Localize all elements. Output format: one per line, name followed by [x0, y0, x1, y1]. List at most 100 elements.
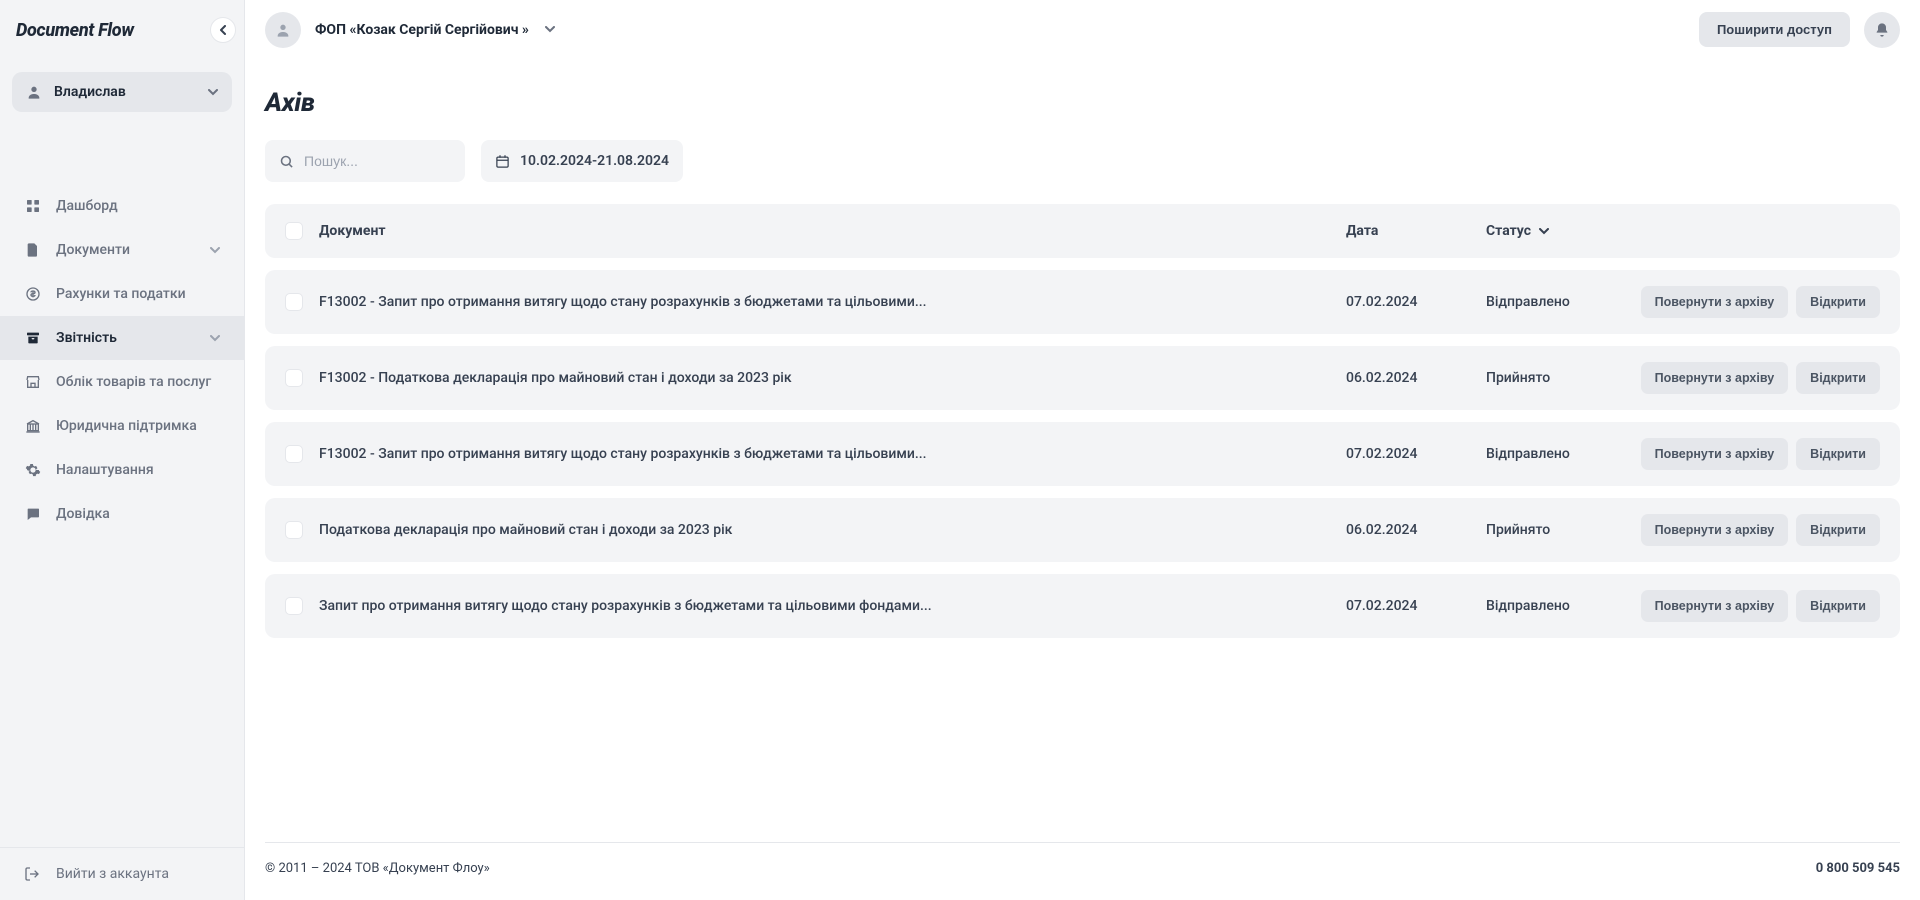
open-button[interactable]: Відкрити	[1796, 590, 1880, 622]
row-checkbox[interactable]	[285, 521, 303, 539]
copyright: © 2011 – 2024 ТОВ «Документ Флоу»	[265, 861, 490, 876]
content: Ахів 10.02.2024-21.08.2024 Документ Дата…	[245, 60, 1920, 900]
row-checkbox[interactable]	[285, 445, 303, 463]
topbar: ФОП «Козак Сергій Сергійович » Поширити …	[245, 0, 1920, 60]
table-header: Документ Дата Статус	[265, 204, 1900, 258]
user-name: Владислав	[54, 84, 196, 100]
row-date: 07.02.2024	[1346, 598, 1486, 614]
row-checkbox[interactable]	[285, 597, 303, 615]
row-status: Відправлено	[1486, 294, 1636, 310]
page-title: Ахів	[265, 88, 1900, 118]
restore-button[interactable]: Повернути з архіву	[1641, 514, 1789, 546]
nav-item-label: Дашборд	[56, 198, 220, 214]
nav-item-label: Налаштування	[56, 462, 220, 478]
nav-item-7[interactable]: Довідка	[0, 492, 244, 536]
grid-icon	[24, 198, 42, 214]
col-header-document: Документ	[319, 223, 1346, 239]
date-range-picker[interactable]: 10.02.2024-21.08.2024	[481, 140, 683, 182]
share-access-button[interactable]: Поширити доступ	[1699, 12, 1850, 47]
chevron-down-icon	[1539, 228, 1549, 235]
restore-button[interactable]: Повернути з архіву	[1641, 438, 1789, 470]
table-row: Податкова декларація про майновий стан і…	[265, 498, 1900, 562]
org-dropdown-icon[interactable]	[545, 26, 555, 33]
nav-item-3[interactable]: Звітність	[0, 316, 244, 360]
notifications-button[interactable]	[1864, 12, 1900, 48]
row-checkbox[interactable]	[285, 369, 303, 387]
row-document: F13002 - Податкова декларація про майнов…	[319, 370, 1346, 386]
row-date: 07.02.2024	[1346, 294, 1486, 310]
row-document: F13002 - Запит про отримання витягу щодо…	[319, 446, 1346, 462]
row-date: 06.02.2024	[1346, 522, 1486, 538]
nav: Дашборд Документи Рахунки та податки Звітні…	[0, 124, 244, 847]
nav-item-0[interactable]: Дашборд	[0, 184, 244, 228]
table-row: F13002 - Податкова декларація про майнов…	[265, 346, 1900, 410]
search-input[interactable]	[304, 153, 485, 169]
open-button[interactable]: Відкрити	[1796, 286, 1880, 318]
logout-button[interactable]: Вийти з аккаунта	[0, 847, 244, 900]
row-status: Прийнято	[1486, 522, 1636, 538]
sidebar: Document Flow Владислав Дашборд Документи…	[0, 0, 245, 900]
logout-icon	[24, 866, 42, 882]
nav-item-4[interactable]: Облік товарів та послуг	[0, 360, 244, 404]
nav-item-label: Юридична підтримка	[56, 418, 220, 434]
table-row: Запит про отримання витягу щодо стану ро…	[265, 574, 1900, 638]
storefront-icon	[24, 374, 42, 390]
bank-icon	[24, 418, 42, 434]
open-button[interactable]: Відкрити	[1796, 362, 1880, 394]
nav-item-label: Облік товарів та послуг	[56, 374, 220, 390]
row-status: Відправлено	[1486, 446, 1636, 462]
dollar-icon	[24, 286, 42, 302]
row-status: Прийнято	[1486, 370, 1636, 386]
row-date: 07.02.2024	[1346, 446, 1486, 462]
sidebar-header: Document Flow	[0, 0, 244, 60]
open-button[interactable]: Відкрити	[1796, 514, 1880, 546]
restore-button[interactable]: Повернути з архіву	[1641, 286, 1789, 318]
user-menu[interactable]: Владислав	[12, 72, 232, 112]
chevron-down-icon	[208, 89, 218, 96]
user-icon	[26, 84, 42, 100]
row-date: 06.02.2024	[1346, 370, 1486, 386]
row-status: Відправлено	[1486, 598, 1636, 614]
row-document: F13002 - Запит про отримання витягу щодо…	[319, 294, 1346, 310]
calendar-icon	[495, 154, 510, 169]
nav-item-6[interactable]: Налаштування	[0, 448, 244, 492]
nav-item-label: Звітність	[56, 330, 196, 346]
col-header-status-label: Статус	[1486, 223, 1531, 239]
select-all-checkbox[interactable]	[285, 222, 303, 240]
main: ФОП «Козак Сергій Сергійович » Поширити …	[245, 0, 1920, 900]
nav-item-5[interactable]: Юридична підтримка	[0, 404, 244, 448]
gear-icon	[24, 462, 42, 478]
row-checkbox[interactable]	[285, 293, 303, 311]
sidebar-collapse-button[interactable]	[210, 17, 236, 43]
filters: 10.02.2024-21.08.2024	[265, 140, 1900, 182]
footer: © 2011 – 2024 ТОВ «Документ Флоу» 0 800 …	[265, 842, 1900, 900]
chat-icon	[24, 506, 42, 522]
logout-label: Вийти з аккаунта	[56, 866, 169, 882]
search-icon	[279, 154, 294, 169]
org-name: ФОП «Козак Сергій Сергійович »	[315, 22, 529, 38]
open-button[interactable]: Відкрити	[1796, 438, 1880, 470]
nav-item-1[interactable]: Документи	[0, 228, 244, 272]
restore-button[interactable]: Повернути з архіву	[1641, 590, 1789, 622]
chevron-down-icon	[210, 335, 220, 342]
col-header-date: Дата	[1346, 223, 1486, 239]
nav-item-label: Рахунки та податки	[56, 286, 220, 302]
nav-item-label: Довідка	[56, 506, 220, 522]
table-row: F13002 - Запит про отримання витягу щодо…	[265, 422, 1900, 486]
file-icon	[24, 242, 42, 258]
bell-icon	[1874, 22, 1890, 38]
restore-button[interactable]: Повернути з архіву	[1641, 362, 1789, 394]
col-header-status[interactable]: Статус	[1486, 223, 1636, 239]
date-range-value: 10.02.2024-21.08.2024	[520, 153, 669, 169]
row-document: Податкова декларація про майновий стан і…	[319, 522, 1346, 538]
table-row: F13002 - Запит про отримання витягу щодо…	[265, 270, 1900, 334]
table-body: F13002 - Запит про отримання витягу щодо…	[265, 270, 1900, 650]
app-logo: Document Flow	[16, 20, 134, 41]
nav-item-label: Документи	[56, 242, 196, 258]
search-box[interactable]	[265, 140, 465, 182]
row-document: Запит про отримання витягу щодо стану ро…	[319, 598, 1346, 614]
chevron-left-icon	[219, 25, 227, 35]
nav-item-2[interactable]: Рахунки та податки	[0, 272, 244, 316]
support-phone: 0 800 509 545	[1816, 861, 1900, 876]
org-avatar	[265, 12, 301, 48]
